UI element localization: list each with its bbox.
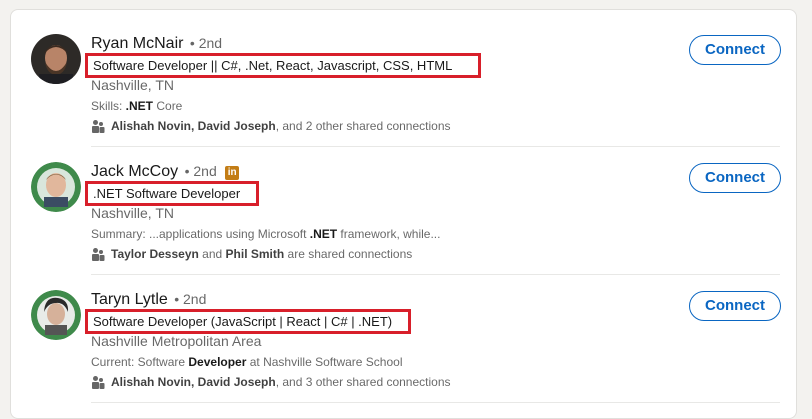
profile-name[interactable]: Taryn Lytle — [91, 291, 168, 308]
shared-text-end: are shared connections — [284, 247, 413, 261]
connection-degree: • 2nd — [189, 35, 223, 51]
shared-names: Alishah Novin, David Joseph — [111, 119, 276, 133]
shared-name-a: Taylor Desseyn — [111, 247, 199, 261]
avatar[interactable] — [31, 162, 81, 212]
detail-suffix: framework, while... — [337, 227, 441, 241]
shared-connections[interactable]: Alishah Novin, David Joseph, and 2 other… — [91, 119, 451, 136]
detail-prefix: Skills: — [91, 99, 126, 113]
result-item: Jack McCoy • 2nd in .NET Software Develo… — [11, 138, 796, 266]
name-line: Taryn Lytle • 2nd — [91, 291, 206, 309]
headline: .NET Software Developer — [85, 181, 259, 206]
people-icon — [91, 119, 105, 136]
current-position-snippet: Current: Software Developer at Nashville… — [91, 355, 402, 369]
profile-name[interactable]: Jack McCoy — [91, 163, 178, 180]
connection-degree: • 2nd — [184, 163, 217, 179]
name-line: Ryan McNair • 2nd — [91, 35, 222, 53]
skills-snippet: Skills: .NET Core — [91, 99, 182, 113]
headline: Software Developer || C#, .Net, React, J… — [85, 53, 481, 78]
detail-prefix: Current: Software — [91, 355, 189, 369]
linkedin-premium-icon: in — [225, 166, 240, 180]
connect-button[interactable]: Connect — [689, 163, 781, 193]
divider — [91, 402, 780, 403]
connect-button[interactable]: Connect — [689, 35, 781, 65]
connection-degree: • 2nd — [174, 291, 207, 307]
location: Nashville, TN — [91, 205, 174, 221]
connect-button[interactable]: Connect — [689, 291, 781, 321]
profile-name[interactable]: Ryan McNair — [91, 35, 183, 52]
people-icon — [91, 375, 105, 392]
shared-text: , and 2 other shared connections — [275, 119, 451, 133]
shared-names: Alishah Novin, David Joseph — [111, 375, 276, 389]
search-results-card: Ryan McNair • 2nd Software Developer || … — [10, 9, 797, 419]
detail-prefix: Summary: ...applications using Microsoft — [91, 227, 310, 241]
headline-text: Software Developer (JavaScript | React |… — [93, 314, 393, 329]
result-item: Ryan McNair • 2nd Software Developer || … — [11, 10, 796, 138]
shared-text: and — [198, 247, 226, 261]
avatar[interactable] — [31, 290, 81, 340]
people-icon — [91, 247, 105, 264]
headline-text: .NET Software Developer — [93, 186, 241, 201]
shared-name-b: Phil Smith — [225, 247, 285, 261]
result-item: Taryn Lytle • 2nd Software Developer (Ja… — [11, 266, 796, 394]
detail-highlight: Developer — [188, 355, 247, 369]
detail-suffix: Core — [153, 99, 183, 113]
location: Nashville, TN — [91, 77, 174, 93]
detail-highlight: .NET — [309, 227, 338, 241]
shared-connections[interactable]: Taylor Desseyn and Phil Smith are shared… — [91, 247, 412, 264]
shared-text: , and 3 other shared connections — [275, 375, 451, 389]
headline: Software Developer (JavaScript | React |… — [85, 309, 411, 334]
detail-suffix: at Nashville Software School — [246, 355, 403, 369]
shared-connections[interactable]: Alishah Novin, David Joseph, and 3 other… — [91, 375, 451, 392]
detail-highlight: .NET — [125, 99, 154, 113]
headline-text: Software Developer || C#, .Net, React, J… — [93, 58, 453, 73]
location: Nashville Metropolitan Area — [91, 333, 262, 349]
avatar[interactable] — [31, 34, 81, 84]
summary-snippet: Summary: ...applications using Microsoft… — [91, 227, 440, 241]
name-line: Jack McCoy • 2nd in — [91, 163, 240, 181]
